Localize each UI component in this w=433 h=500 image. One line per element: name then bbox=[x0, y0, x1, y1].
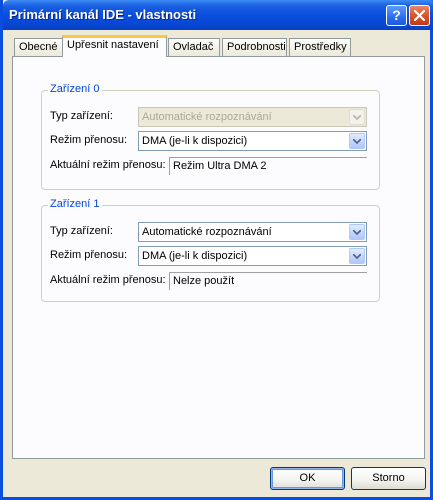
device-1-type-label: Typ zařízení: bbox=[50, 225, 113, 237]
chevron-down-icon[interactable] bbox=[349, 224, 365, 240]
chevron-down-icon[interactable] bbox=[349, 133, 365, 149]
device-0-current-value-field: Režim Ultra DMA 2 bbox=[169, 157, 367, 175]
properties-dialog: Primární kanál IDE - vlastnosti ? Obecné… bbox=[0, 0, 433, 500]
device-1-mode-select[interactable]: DMA (je-li k dispozici) bbox=[138, 246, 367, 266]
cancel-button[interactable]: Storno bbox=[351, 467, 426, 490]
cancel-button-label: Storno bbox=[372, 472, 405, 484]
device-0-group: Zařízení 0 Typ zařízení: Automatické roz… bbox=[41, 83, 380, 190]
device-0-legend: Zařízení 0 bbox=[48, 83, 102, 95]
device-1-mode-value: DMA (je-li k dispozici) bbox=[142, 250, 248, 262]
device-0-type-select: Automatické rozpoznávání bbox=[138, 107, 367, 127]
ok-button[interactable]: OK bbox=[270, 467, 345, 490]
tab-panel-advanced: Zařízení 0 Typ zařízení: Automatické roz… bbox=[12, 56, 425, 459]
device-1-current-value: Nelze použít bbox=[173, 275, 235, 287]
close-button[interactable] bbox=[409, 5, 430, 26]
help-icon: ? bbox=[392, 7, 401, 23]
device-1-type-value: Automatické rozpoznávání bbox=[142, 226, 272, 238]
tab-ovladac[interactable]: Ovladač bbox=[168, 38, 220, 56]
help-button[interactable]: ? bbox=[386, 5, 407, 26]
device-0-current-label: Aktuální režim přenosu: bbox=[50, 159, 166, 171]
tab-prostredky[interactable]: Prostředky bbox=[289, 38, 351, 56]
device-1-group: Zařízení 1 Typ zařízení: Automatické roz… bbox=[41, 198, 380, 302]
window-title: Primární kanál IDE - vlastnosti bbox=[9, 7, 197, 22]
tab-label: Podrobnosti bbox=[227, 41, 286, 53]
close-icon bbox=[414, 10, 425, 21]
tab-podrobnosti[interactable]: Podrobnosti bbox=[222, 38, 287, 56]
device-1-mode-label: Režim přenosu: bbox=[50, 249, 128, 261]
device-0-mode-label: Režim přenosu: bbox=[50, 134, 128, 146]
device-1-legend: Zařízení 1 bbox=[48, 198, 102, 210]
chevron-down-icon[interactable] bbox=[349, 248, 365, 264]
device-0-current-value: Režim Ultra DMA 2 bbox=[173, 160, 267, 172]
tab-label: Prostředky bbox=[294, 41, 347, 53]
device-0-type-value: Automatické rozpoznávání bbox=[142, 111, 272, 123]
tab-label: Ovladač bbox=[173, 41, 214, 53]
tab-obecne[interactable]: Obecné bbox=[14, 38, 63, 56]
title-bar[interactable]: Primární kanál IDE - vlastnosti ? bbox=[3, 0, 433, 30]
device-1-current-value-field: Nelze použít bbox=[169, 272, 367, 290]
device-0-type-label: Typ zařízení: bbox=[50, 110, 113, 122]
chevron-down-icon bbox=[349, 109, 365, 125]
tab-label: Upřesnit nastavení bbox=[67, 39, 159, 51]
device-0-mode-select[interactable]: DMA (je-li k dispozici) bbox=[138, 131, 367, 151]
device-1-current-label: Aktuální režim přenosu: bbox=[50, 274, 166, 286]
tab-label: Obecné bbox=[19, 41, 58, 53]
ok-button-label: OK bbox=[299, 472, 316, 484]
device-1-type-select[interactable]: Automatické rozpoznávání bbox=[138, 222, 367, 242]
tab-upresnit-nastaveni[interactable]: Upřesnit nastavení bbox=[62, 35, 167, 57]
device-0-mode-value: DMA (je-li k dispozici) bbox=[142, 135, 248, 147]
